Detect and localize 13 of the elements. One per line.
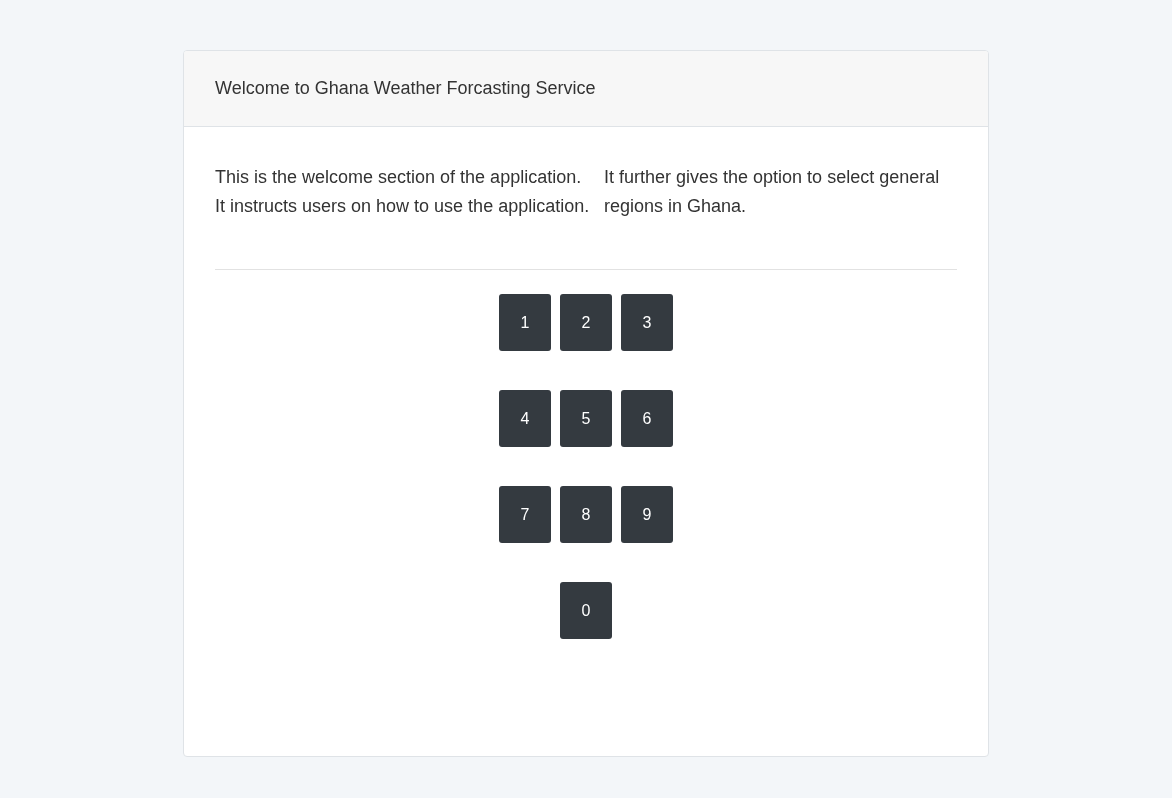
digit-button[interactable]: 2 bbox=[560, 294, 612, 351]
paragraph: It further gives the option to select general regions in Ghana. bbox=[604, 166, 941, 218]
digit-button[interactable]: 9 bbox=[621, 486, 673, 543]
digit-button[interactable]: 7 bbox=[499, 486, 551, 543]
digit-button[interactable]: 6 bbox=[621, 390, 673, 447]
digit-button[interactable]: 5 bbox=[560, 390, 612, 447]
paragraph: This is the welcome section of the application. It instructs users on how to use the application. bbox=[215, 166, 591, 218]
digit-button[interactable]: 8 bbox=[560, 486, 612, 543]
card-title: Welcome to Ghana Weather Forcasting Service bbox=[215, 77, 596, 100]
digit-button[interactable]: 0 bbox=[560, 582, 612, 639]
digit-button[interactable]: 1 bbox=[499, 294, 551, 351]
digit-button[interactable]: 4 bbox=[499, 390, 551, 447]
digit-button[interactable]: 3 bbox=[621, 294, 673, 351]
